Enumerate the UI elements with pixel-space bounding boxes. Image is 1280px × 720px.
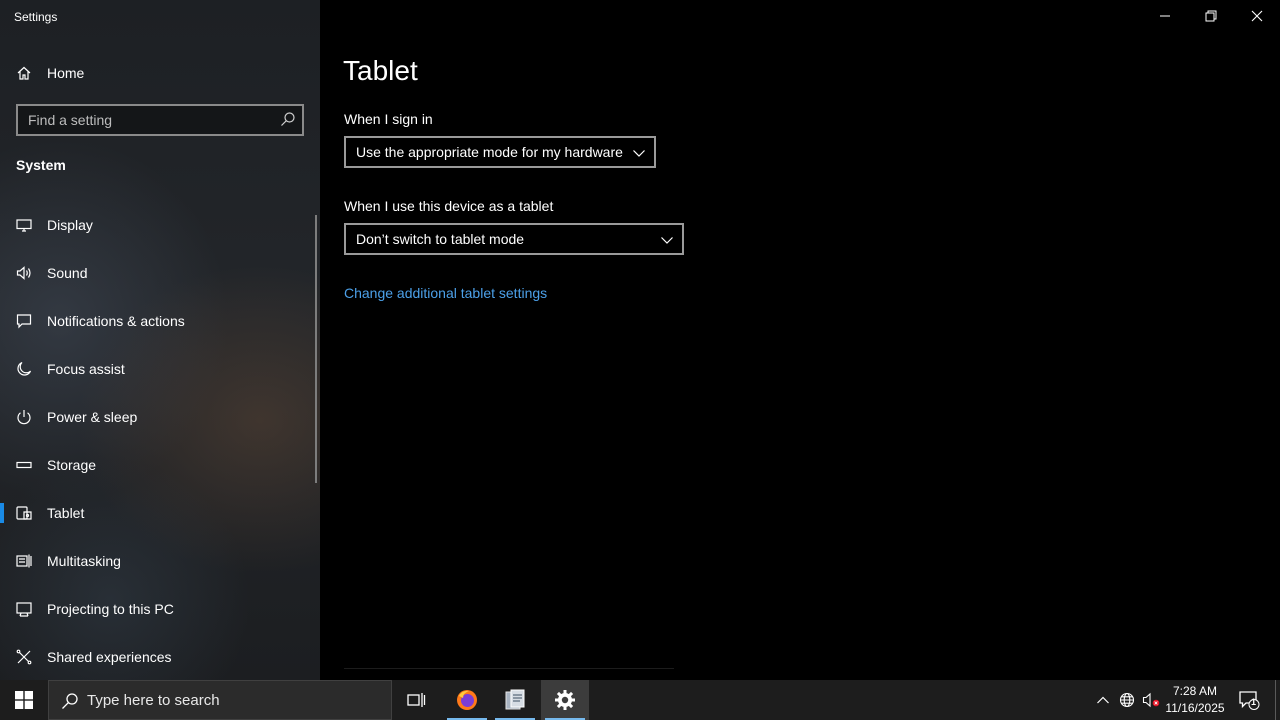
sidebar-item-shared-experiences[interactable]: Shared experiences [0,633,320,681]
projector-icon [16,601,32,617]
search-icon [61,692,79,715]
windows-logo-icon [15,691,33,709]
document-app-icon [505,689,525,710]
sidebar-item-multitasking[interactable]: Multitasking [0,537,320,585]
additional-tablet-settings-link[interactable]: Change additional tablet settings [344,285,547,301]
sidebar-item-label: Power & sleep [47,409,138,425]
moon-icon [16,361,32,377]
sidebar-nav: Display Sound Notifications & actions Fo… [0,201,320,681]
close-button[interactable] [1234,0,1280,32]
sidebar-item-projecting[interactable]: Projecting to this PC [0,585,320,633]
sidebar-scrollbar[interactable] [315,215,317,483]
firefox-icon [457,690,477,710]
taskbar-clock[interactable]: 7:28 AM 11/16/2025 [1162,683,1228,717]
minimize-icon [1160,15,1170,17]
display-icon [16,217,32,233]
setting-search-box[interactable] [16,104,304,136]
sign-in-label: When I sign in [344,111,433,127]
sidebar-item-label: Multitasking [47,553,121,569]
sidebar-item-label: Display [47,217,93,233]
tablet-mode-dropdown[interactable]: Don’t switch to tablet mode [344,223,684,255]
action-center-button[interactable]: 1 [1234,680,1264,720]
sidebar-item-label: Shared experiences [47,649,172,665]
gear-icon [555,690,575,710]
tablet-use-label: When I use this device as a tablet [344,198,554,214]
drive-icon [16,457,32,473]
home-label: Home [47,65,85,81]
show-hidden-icons-button[interactable] [1092,680,1114,720]
restore-icon [1205,10,1217,22]
sidebar-item-label: Sound [47,265,88,281]
power-icon [16,409,32,425]
sidebar-item-label: Notifications & actions [47,313,185,329]
sidebar-item-sound[interactable]: Sound [0,249,320,297]
taskbar-search-box[interactable] [48,680,392,720]
home-link[interactable]: Home [16,62,84,84]
section-title: System [16,157,66,173]
sidebar-item-label: Storage [47,457,97,473]
sidebar-item-label: Projecting to this PC [47,601,174,617]
home-icon [16,65,32,81]
network-button[interactable] [1115,680,1139,720]
restore-button[interactable] [1188,0,1234,32]
sidebar-item-power-sleep[interactable]: Power & sleep [0,393,320,441]
chevron-down-icon [632,146,646,162]
firefox-taskbar-button[interactable] [443,680,491,720]
clock-time: 7:28 AM [1172,684,1218,698]
sign-in-mode-dropdown[interactable]: Use the appropriate mode for my hardware [344,136,656,168]
notification-icon [1239,691,1260,710]
sidebar-item-label: Focus assist [47,361,125,377]
taskbar-search-input[interactable] [87,691,377,709]
file-manager-taskbar-button[interactable] [491,680,539,720]
message-icon [16,313,32,329]
show-desktop-button[interactable] [1275,680,1276,720]
sidebar-item-storage[interactable]: Storage [0,441,320,489]
chevron-up-icon [1097,696,1109,704]
task-view-icon [407,693,426,707]
shared-icon [16,649,32,665]
multitask-icon [16,553,32,569]
divider [344,668,674,669]
setting-search-input[interactable] [28,112,268,128]
sidebar-item-label: Tablet [47,505,85,521]
clock-date: 11/16/2025 [1165,701,1225,715]
sidebar-item-notifications[interactable]: Notifications & actions [0,297,320,345]
sidebar-item-display[interactable]: Display [0,201,320,249]
tablet-mode-value: Don’t switch to tablet mode [356,231,525,247]
volume-button[interactable] [1139,680,1163,720]
speaker-muted-icon [1142,692,1160,708]
notification-count-badge: 1 [1251,697,1257,707]
sign-in-mode-value: Use the appropriate mode for my hardware [356,144,623,160]
sidebar-item-tablet[interactable]: Tablet [0,489,320,537]
close-icon [1251,10,1263,22]
sidebar-item-focus-assist[interactable]: Focus assist [0,345,320,393]
page-title: Tablet [343,55,418,86]
sidebar: Settings Home System Display So [0,0,320,680]
speaker-icon [16,265,32,281]
start-button[interactable] [0,680,48,720]
minimize-button[interactable] [1142,0,1188,32]
chevron-down-icon [660,233,674,249]
settings-taskbar-button[interactable] [541,680,589,720]
app-title: Settings [14,10,58,24]
taskbar: 7:28 AM 11/16/2025 1 [0,680,1280,720]
globe-icon [1119,692,1135,708]
task-view-button[interactable] [392,680,440,720]
tablet-icon [16,505,32,521]
search-icon[interactable] [280,111,296,130]
